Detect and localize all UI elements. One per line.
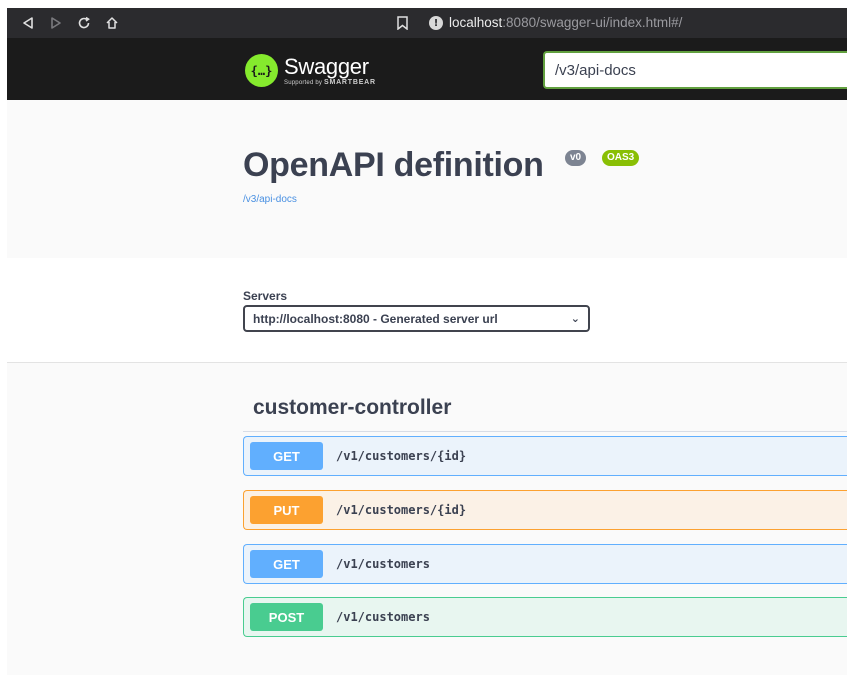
- tag-divider: [243, 431, 847, 432]
- method-badge: PUT: [250, 496, 323, 524]
- url-path: :8080/swagger-ui/index.html#/: [502, 15, 683, 30]
- home-icon[interactable]: [101, 12, 123, 34]
- logo-title: Swagger: [284, 53, 369, 79]
- version-badge: v0: [565, 150, 587, 166]
- method-badge: GET: [250, 442, 323, 470]
- operation-path: /v1/customers: [336, 610, 430, 624]
- forward-icon[interactable]: [45, 12, 67, 34]
- swagger-logo-icon: {…}: [245, 54, 278, 87]
- site-info-icon[interactable]: !: [429, 16, 443, 30]
- opblock-get-customers[interactable]: GET /v1/customers: [243, 544, 847, 584]
- browser-toolbar: ! localhost:8080/swagger-ui/index.html#/: [7, 8, 847, 38]
- address-bar[interactable]: localhost:8080/swagger-ui/index.html#/: [449, 15, 682, 30]
- servers-selected-value: http://localhost:8080 - Generated server…: [253, 311, 498, 326]
- operation-path: /v1/customers: [336, 557, 430, 571]
- swagger-logo[interactable]: {…} Swagger Supported by SMARTBEAR: [245, 54, 376, 87]
- url-host: localhost: [449, 15, 503, 30]
- opblock-put-customer[interactable]: PUT /v1/customers/{id}: [243, 490, 847, 530]
- logo-subtitle: Supported by SMARTBEAR: [284, 78, 376, 86]
- bookmark-icon[interactable]: [392, 13, 412, 33]
- page-title: OpenAPI definition: [243, 146, 544, 184]
- method-badge: POST: [250, 603, 323, 631]
- oas-badge: OAS3: [602, 150, 640, 166]
- opblock-get-customer-by-id[interactable]: GET /v1/customers/{id}: [243, 436, 847, 476]
- servers-label: Servers: [243, 289, 288, 303]
- operation-path: /v1/customers/{id}: [336, 449, 467, 463]
- swagger-topbar: {…} Swagger Supported by SMARTBEAR: [7, 38, 847, 100]
- method-badge: GET: [250, 550, 323, 578]
- opblock-post-customers[interactable]: POST /v1/customers: [243, 597, 847, 637]
- tag-title[interactable]: customer-controller: [253, 396, 451, 420]
- reload-icon[interactable]: [73, 12, 95, 34]
- info-section: OpenAPI definition v0 OAS3 /v3/api-docs: [7, 100, 847, 258]
- servers-select[interactable]: http://localhost:8080 - Generated server…: [243, 305, 590, 332]
- spec-link[interactable]: /v3/api-docs: [243, 194, 297, 205]
- operation-path: /v1/customers/{id}: [336, 503, 467, 517]
- chevron-down-icon: ⌄: [570, 312, 580, 325]
- back-icon[interactable]: [17, 12, 39, 34]
- spec-url-input[interactable]: [543, 51, 847, 89]
